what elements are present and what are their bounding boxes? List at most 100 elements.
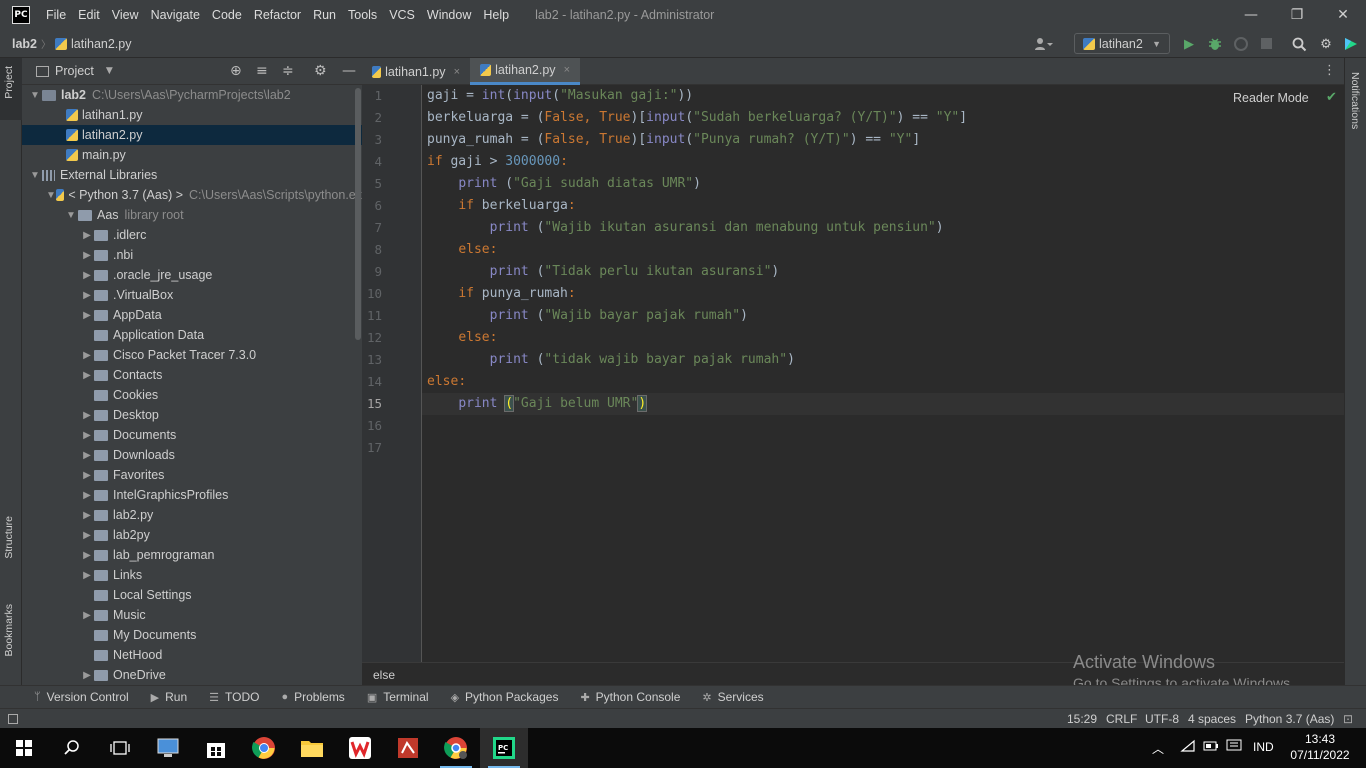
tree-row-lab-pemrograman[interactable]: ▶ lab_pemrograman [22, 545, 362, 565]
chevron-down-icon[interactable]: ▼ [46, 190, 56, 201]
tree-row-oracle-jre-usage[interactable]: ▶ .oracle_jre_usage [22, 265, 362, 285]
toggle-tool-windows-icon[interactable] [8, 713, 18, 724]
code-line[interactable]: print ("Gaji belum UMR") [427, 393, 648, 415]
code-line[interactable]: if punya_rumah: [427, 283, 575, 305]
menu-edit[interactable]: Edit [72, 8, 106, 22]
menu-tools[interactable]: Tools [342, 8, 383, 22]
search-taskbar-button[interactable] [48, 728, 96, 768]
chevron-right-icon[interactable]: ▶ [80, 310, 94, 321]
breadcrumb-file[interactable]: latihan2.py [71, 37, 131, 51]
tree-row-main[interactable]: main.py [22, 145, 362, 165]
chevron-right-icon[interactable]: ▶ [80, 470, 94, 481]
chevron-right-icon[interactable]: ▶ [80, 530, 94, 541]
code-line[interactable]: berkeluarga = (False, True)[input("Sudah… [427, 107, 967, 129]
run-icon[interactable]: ▶ [1181, 36, 1197, 52]
tree-row-idlerc[interactable]: ▶ .idlerc [22, 225, 362, 245]
chevron-down-icon[interactable]: ▼ [64, 210, 78, 221]
locate-target-icon[interactable]: ⊕ [230, 63, 242, 79]
tool-python-packages[interactable]: ◈ Python Packages [451, 690, 559, 704]
tree-row-external-libraries[interactable]: ▼ External Libraries [22, 165, 362, 185]
code-line[interactable]: if gaji > 3000000: [427, 151, 568, 173]
tree-row-latihan1[interactable]: latihan1.py [22, 105, 362, 125]
tree-row-nethood[interactable]: NetHood [22, 645, 362, 665]
code-line[interactable]: print ("Tidak perlu ikutan asuransi") [427, 261, 780, 283]
close-button[interactable]: ✕ [1320, 0, 1366, 30]
code-line[interactable]: print ("Wajib bayar pajak rumah") [427, 305, 748, 327]
chevron-right-icon[interactable]: ▶ [80, 510, 94, 521]
tool-python-console[interactable]: ✚ Python Console [580, 690, 680, 704]
jetbrains-logo-icon[interactable] [1343, 36, 1359, 52]
tree-row-my-documents[interactable]: My Documents [22, 625, 362, 645]
close-icon[interactable]: × [564, 64, 570, 76]
menu-help[interactable]: Help [477, 8, 515, 22]
tab-latihan1[interactable]: latihan1.py × [362, 58, 470, 85]
code-line[interactable]: gaji = int(input("Masukan gaji:")) [427, 85, 693, 107]
menu-vcs[interactable]: VCS [383, 8, 421, 22]
menu-run[interactable]: Run [307, 8, 342, 22]
menu-view[interactable]: View [106, 8, 145, 22]
chevron-right-icon[interactable]: ▶ [80, 350, 94, 361]
taskbar-app-chrome[interactable] [240, 728, 288, 768]
indent-setting[interactable]: 4 spaces [1188, 712, 1236, 726]
settings-gear-icon[interactable]: ⚙ [1318, 36, 1334, 52]
code-line[interactable]: else: [427, 371, 466, 393]
chevron-right-icon[interactable]: ▶ [80, 670, 94, 681]
code-line[interactable]: punya_rumah = (False, True)[input("Punya… [427, 129, 920, 151]
hide-panel-icon[interactable]: — [342, 63, 356, 79]
more-tabs-icon[interactable]: ⋮ [1323, 63, 1336, 78]
project-tool-tab[interactable]: Project [3, 66, 15, 99]
code-line[interactable]: print ("Wajib ikutan asuransi dan menabu… [427, 217, 944, 239]
chevron-right-icon[interactable]: ▶ [80, 570, 94, 581]
tree-row-intelgraphicsprofiles[interactable]: ▶ IntelGraphicsProfiles [22, 485, 362, 505]
tree-row-python-sdk[interactable]: ▼ < Python 3.7 (Aas) > C:\Users\Aas\Scri… [22, 185, 362, 205]
close-icon[interactable]: × [454, 66, 460, 78]
menu-file[interactable]: File [40, 8, 72, 22]
taskbar-app-file-explorer[interactable] [288, 728, 336, 768]
minimize-button[interactable]: — [1228, 0, 1274, 30]
code-line[interactable]: else: [427, 239, 497, 261]
chevron-up-icon[interactable]: ︿ [1152, 740, 1164, 757]
chevron-down-icon[interactable]: ▼ [28, 90, 42, 101]
notification-center-icon[interactable] [1226, 739, 1242, 756]
reader-mode-toggle[interactable]: Reader Mode [1233, 91, 1309, 105]
line-separator[interactable]: CRLF [1106, 712, 1137, 726]
tool-version-control[interactable]: ᛘ Version Control [34, 690, 129, 704]
chevron-right-icon[interactable]: ▶ [80, 290, 94, 301]
tree-row-links[interactable]: ▶ Links [22, 565, 362, 585]
run-configuration-select[interactable]: latihan2 ▼ [1074, 33, 1170, 54]
chevron-right-icon[interactable]: ▶ [80, 490, 94, 501]
tree-row-nbi[interactable]: ▶ .nbi [22, 245, 362, 265]
code-line[interactable]: print ("Gaji sudah diatas UMR") [427, 173, 701, 195]
tree-row-documents[interactable]: ▶ Documents [22, 425, 362, 445]
lock-icon[interactable]: ⊡ [1343, 712, 1353, 726]
tree-row-downloads[interactable]: ▶ Downloads [22, 445, 362, 465]
taskbar-app-chrome-profile[interactable] [432, 728, 480, 768]
python-interpreter[interactable]: Python 3.7 (Aas) [1245, 712, 1334, 726]
tree-row-cookies[interactable]: Cookies [22, 385, 362, 405]
tree-row-music[interactable]: ▶ Music [22, 605, 362, 625]
tree-row-aas[interactable]: ▼ Aas library root [22, 205, 362, 225]
debug-icon[interactable] [1207, 36, 1223, 52]
tool-terminal[interactable]: ▣ Terminal [367, 690, 429, 704]
tree-row-desktop[interactable]: ▶ Desktop [22, 405, 362, 425]
start-button[interactable] [0, 728, 48, 768]
search-icon[interactable] [1291, 36, 1307, 52]
task-view-button[interactable] [96, 728, 144, 768]
tree-row-latihan2[interactable]: latihan2.py [22, 125, 362, 145]
collapse-all-icon[interactable]: ≑ [282, 63, 294, 79]
tree-row-virtualbox[interactable]: ▶ .VirtualBox [22, 285, 362, 305]
chevron-right-icon[interactable]: ▶ [80, 410, 94, 421]
caret-position[interactable]: 15:29 [1067, 712, 1097, 726]
chevron-down-icon[interactable]: ▼ [28, 170, 42, 181]
tool-services[interactable]: ✲ Services [702, 690, 763, 704]
taskbar-app-wps[interactable] [336, 728, 384, 768]
menu-refactor[interactable]: Refactor [248, 8, 307, 22]
coverage-icon[interactable] [1233, 36, 1249, 52]
notifications-tool-tab[interactable]: Notifications [1349, 72, 1361, 129]
tree-row-favorites[interactable]: ▶ Favorites [22, 465, 362, 485]
taskbar-app-store[interactable] [192, 728, 240, 768]
expand-all-icon[interactable]: ≡ [256, 63, 268, 79]
taskbar-app-pycharm[interactable]: PC [480, 728, 528, 768]
project-tree-scrollbar[interactable] [355, 88, 361, 340]
menu-window[interactable]: Window [421, 8, 477, 22]
